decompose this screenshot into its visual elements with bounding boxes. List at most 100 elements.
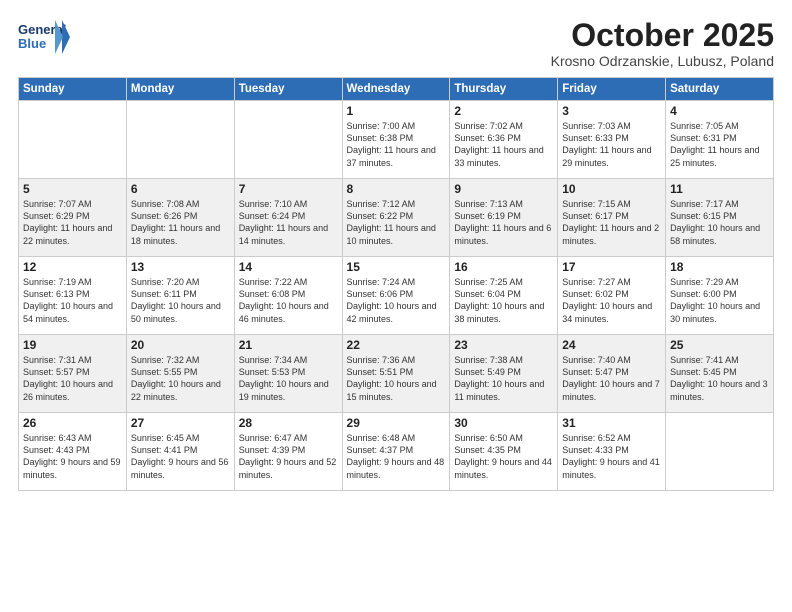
col-sunday: Sunday [19,78,127,101]
day-info: Sunrise: 7:38 AM Sunset: 5:49 PM Dayligh… [454,354,553,403]
table-row: 9 Sunrise: 7:13 AM Sunset: 6:19 PM Daylig… [450,179,558,257]
svg-text:Blue: Blue [18,36,46,51]
calendar-week-row: 19 Sunrise: 7:31 AM Sunset: 5:57 PM Dayli… [19,335,774,413]
day-number: 23 [454,338,553,352]
col-wednesday: Wednesday [342,78,450,101]
day-info: Sunrise: 7:34 AM Sunset: 5:53 PM Dayligh… [239,354,338,403]
day-info: Sunrise: 7:00 AM Sunset: 6:38 PM Dayligh… [347,120,446,169]
day-info: Sunrise: 7:19 AM Sunset: 6:13 PM Dayligh… [23,276,122,325]
day-info: Sunrise: 6:52 AM Sunset: 4:33 PM Dayligh… [562,432,661,481]
day-number: 11 [670,182,769,196]
day-number: 22 [347,338,446,352]
day-number: 27 [131,416,230,430]
day-info: Sunrise: 6:43 AM Sunset: 4:43 PM Dayligh… [23,432,122,481]
day-info: Sunrise: 7:08 AM Sunset: 6:26 PM Dayligh… [131,198,230,247]
day-number: 13 [131,260,230,274]
day-number: 5 [23,182,122,196]
day-info: Sunrise: 7:02 AM Sunset: 6:36 PM Dayligh… [454,120,553,169]
day-number: 9 [454,182,553,196]
table-row: 11 Sunrise: 7:17 AM Sunset: 6:15 PM Dayli… [666,179,774,257]
day-info: Sunrise: 7:17 AM Sunset: 6:15 PM Dayligh… [670,198,769,247]
table-row: 4 Sunrise: 7:05 AM Sunset: 6:31 PM Daylig… [666,101,774,179]
day-number: 7 [239,182,338,196]
table-row [666,413,774,491]
day-info: Sunrise: 7:41 AM Sunset: 5:45 PM Dayligh… [670,354,769,403]
day-number: 8 [347,182,446,196]
day-info: Sunrise: 6:50 AM Sunset: 4:35 PM Dayligh… [454,432,553,481]
day-info: Sunrise: 7:20 AM Sunset: 6:11 PM Dayligh… [131,276,230,325]
table-row: 7 Sunrise: 7:10 AM Sunset: 6:24 PM Daylig… [234,179,342,257]
day-number: 24 [562,338,661,352]
table-row: 22Sunrise: 7:36 AM Sunset: 5:51 PM Dayli… [342,335,450,413]
day-info: Sunrise: 7:40 AM Sunset: 5:47 PM Dayligh… [562,354,661,403]
table-row: 15 Sunrise: 7:24 AM Sunset: 6:06 PM Dayli… [342,257,450,335]
day-number: 2 [454,104,553,118]
calendar-table: Sunday Monday Tuesday Wednesday Thursday… [18,77,774,491]
day-info: Sunrise: 7:03 AM Sunset: 6:33 PM Dayligh… [562,120,661,169]
table-row: 30 Sunrise: 6:50 AM Sunset: 4:35 PM Dayli… [450,413,558,491]
day-info: Sunrise: 7:15 AM Sunset: 6:17 PM Dayligh… [562,198,661,247]
calendar-week-row: 1 Sunrise: 7:00 AM Sunset: 6:38 PM Daylig… [19,101,774,179]
day-info: Sunrise: 7:24 AM Sunset: 6:06 PM Dayligh… [347,276,446,325]
table-row: 12Sunrise: 7:19 AM Sunset: 6:13 PM Dayli… [19,257,127,335]
table-row: 21 Sunrise: 7:34 AM Sunset: 5:53 PM Dayli… [234,335,342,413]
table-row [126,101,234,179]
day-number: 31 [562,416,661,430]
day-number: 6 [131,182,230,196]
day-number: 16 [454,260,553,274]
calendar-page: GeneralBlue October 2025 Krosno Odrzansk… [0,0,792,612]
general-blue-logo: GeneralBlue [18,18,70,56]
month-title: October 2025 [551,18,774,53]
day-number: 25 [670,338,769,352]
table-row: 23 Sunrise: 7:38 AM Sunset: 5:49 PM Dayli… [450,335,558,413]
col-saturday: Saturday [666,78,774,101]
table-row: 29 Sunrise: 6:48 AM Sunset: 4:37 PM Dayli… [342,413,450,491]
day-number: 29 [347,416,446,430]
calendar-week-row: 12Sunrise: 7:19 AM Sunset: 6:13 PM Dayli… [19,257,774,335]
location: Krosno Odrzanskie, Lubusz, Poland [551,53,774,69]
col-monday: Monday [126,78,234,101]
table-row: 10 Sunrise: 7:15 AM Sunset: 6:17 PM Dayli… [558,179,666,257]
calendar-week-row: 26 Sunrise: 6:43 AM Sunset: 4:43 PM Dayli… [19,413,774,491]
day-number: 3 [562,104,661,118]
day-info: Sunrise: 7:32 AM Sunset: 5:55 PM Dayligh… [131,354,230,403]
table-row: 14 Sunrise: 7:22 AM Sunset: 6:08 PM Dayli… [234,257,342,335]
table-row: 6 Sunrise: 7:08 AM Sunset: 6:26 PM Daylig… [126,179,234,257]
table-row: 19 Sunrise: 7:31 AM Sunset: 5:57 PM Dayli… [19,335,127,413]
table-row: 5 Sunrise: 7:07 AM Sunset: 6:29 PM Daylig… [19,179,127,257]
table-row: 3 Sunrise: 7:03 AM Sunset: 6:33 PM Daylig… [558,101,666,179]
day-number: 30 [454,416,553,430]
day-number: 26 [23,416,122,430]
day-number: 21 [239,338,338,352]
day-info: Sunrise: 7:13 AM Sunset: 6:19 PM Dayligh… [454,198,553,247]
day-number: 4 [670,104,769,118]
day-number: 15 [347,260,446,274]
calendar-week-row: 5 Sunrise: 7:07 AM Sunset: 6:29 PM Daylig… [19,179,774,257]
day-number: 10 [562,182,661,196]
day-info: Sunrise: 7:25 AM Sunset: 6:04 PM Dayligh… [454,276,553,325]
table-row: 26 Sunrise: 6:43 AM Sunset: 4:43 PM Dayli… [19,413,127,491]
day-info: Sunrise: 7:07 AM Sunset: 6:29 PM Dayligh… [23,198,122,247]
day-info: Sunrise: 7:31 AM Sunset: 5:57 PM Dayligh… [23,354,122,403]
table-row: 27Sunrise: 6:45 AM Sunset: 4:41 PM Dayli… [126,413,234,491]
table-row: 20Sunrise: 7:32 AM Sunset: 5:55 PM Dayli… [126,335,234,413]
day-info: Sunrise: 7:12 AM Sunset: 6:22 PM Dayligh… [347,198,446,247]
day-number: 14 [239,260,338,274]
header: GeneralBlue October 2025 Krosno Odrzansk… [18,18,774,69]
table-row: 1 Sunrise: 7:00 AM Sunset: 6:38 PM Daylig… [342,101,450,179]
day-number: 19 [23,338,122,352]
day-info: Sunrise: 7:05 AM Sunset: 6:31 PM Dayligh… [670,120,769,169]
day-info: Sunrise: 7:29 AM Sunset: 6:00 PM Dayligh… [670,276,769,325]
table-row: 24 Sunrise: 7:40 AM Sunset: 5:47 PM Dayli… [558,335,666,413]
day-info: Sunrise: 7:27 AM Sunset: 6:02 PM Dayligh… [562,276,661,325]
table-row: 2 Sunrise: 7:02 AM Sunset: 6:36 PM Daylig… [450,101,558,179]
day-info: Sunrise: 6:48 AM Sunset: 4:37 PM Dayligh… [347,432,446,481]
day-number: 1 [347,104,446,118]
day-number: 28 [239,416,338,430]
day-info: Sunrise: 7:10 AM Sunset: 6:24 PM Dayligh… [239,198,338,247]
col-thursday: Thursday [450,78,558,101]
title-block: October 2025 Krosno Odrzanskie, Lubusz, … [551,18,774,69]
table-row [19,101,127,179]
table-row: 16 Sunrise: 7:25 AM Sunset: 6:04 PM Dayli… [450,257,558,335]
day-info: Sunrise: 7:22 AM Sunset: 6:08 PM Dayligh… [239,276,338,325]
